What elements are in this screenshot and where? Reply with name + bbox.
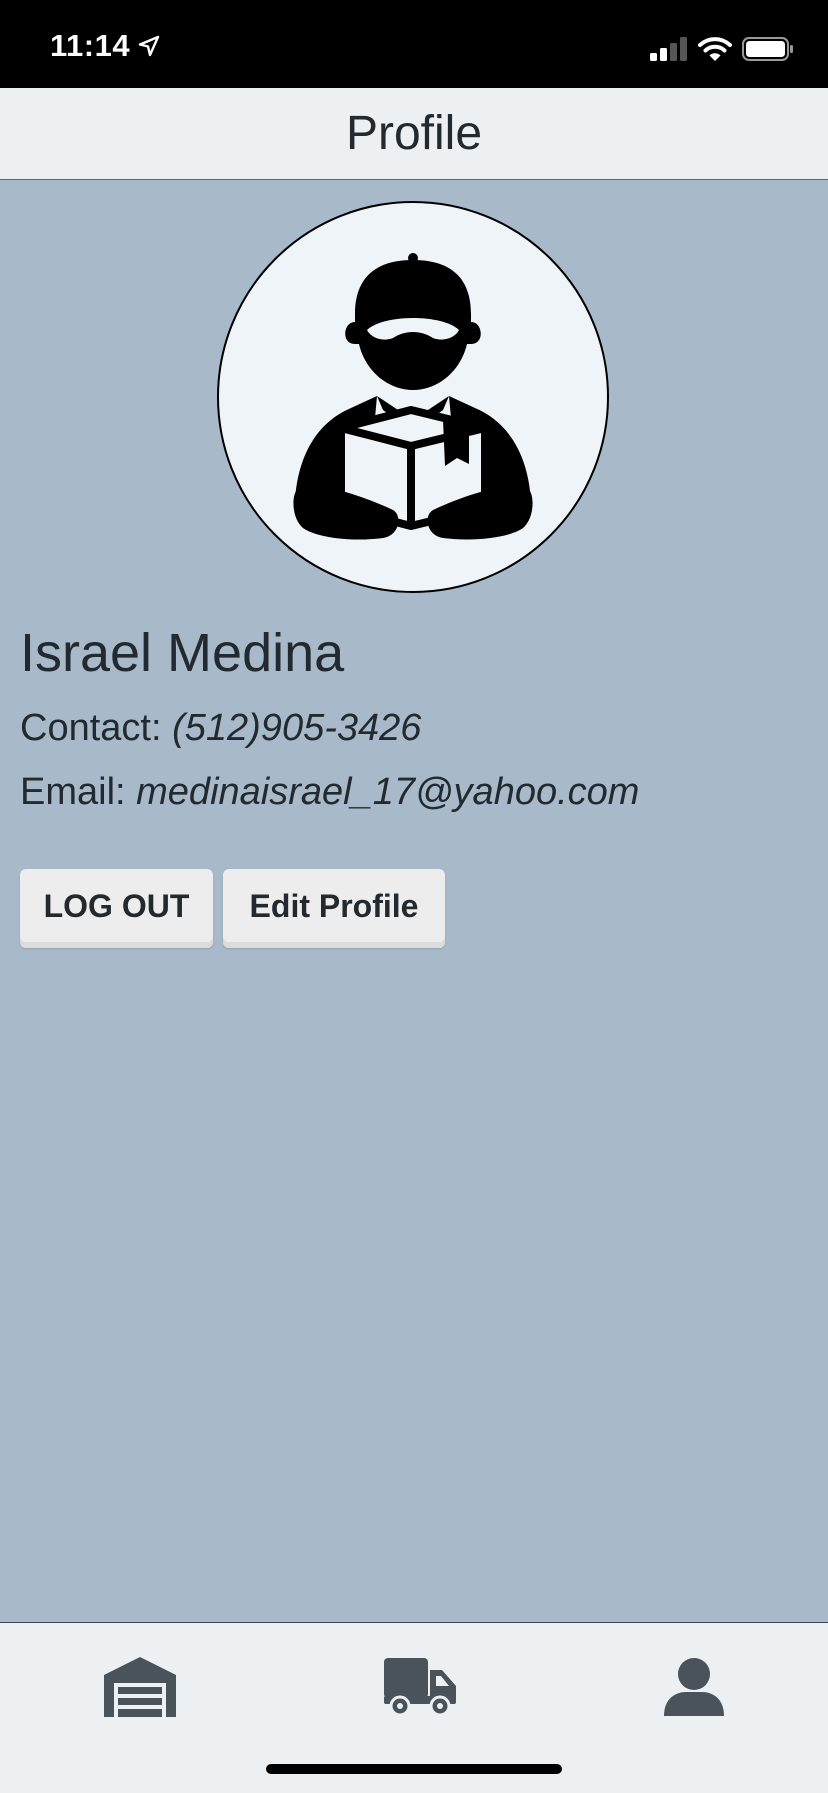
location-arrow-icon	[138, 35, 160, 57]
status-indicators	[650, 36, 794, 62]
user-name: Israel Medina	[20, 623, 345, 683]
delivery-person-icon	[293, 253, 533, 540]
page-title: Profile	[345, 107, 483, 160]
status-bar: 11:14	[0, 0, 828, 88]
email-value: medinaisrael_17@yahoo.com	[136, 771, 640, 813]
tab-delivery[interactable]	[372, 1649, 468, 1725]
tab-profile[interactable]	[646, 1649, 742, 1725]
contact-value: (512)905-3426	[172, 707, 422, 749]
warehouse-icon	[104, 1657, 176, 1717]
navigation-header: Profile	[0, 88, 828, 180]
edit-profile-button[interactable]: Edit Profile	[223, 869, 445, 948]
status-time: 11:14	[50, 28, 160, 64]
contact-line: Contact: (512)905-3426	[20, 707, 421, 750]
home-indicator[interactable]	[266, 1764, 562, 1774]
delivery-truck-icon	[384, 1658, 456, 1716]
battery-icon	[742, 37, 793, 61]
email-line: Email: medinaisrael_17@yahoo.com	[20, 771, 639, 814]
cellular-signal-icon	[650, 37, 687, 61]
logout-button[interactable]: LOG OUT	[20, 869, 213, 948]
avatar	[217, 201, 609, 593]
user-icon	[664, 1658, 724, 1716]
contact-label: Contact:	[20, 707, 162, 749]
email-label: Email:	[20, 771, 126, 813]
status-time-text: 11:14	[50, 28, 131, 63]
tab-warehouse[interactable]	[92, 1649, 188, 1725]
wifi-icon	[698, 37, 732, 61]
